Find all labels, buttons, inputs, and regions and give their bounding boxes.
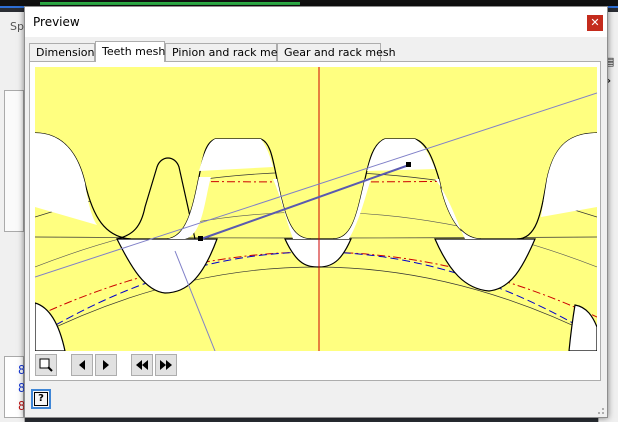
step-back-button[interactable] [71,354,93,376]
contact-point-end [406,162,411,167]
preview-dialog: Preview ✕ Dimensions Teeth mesh Pinion a… [24,6,608,418]
fast-forward-icon [160,360,172,370]
tab-gear-and-rack-mesh[interactable]: Gear and rack mesh [277,43,396,61]
teeth-mesh-panel [29,61,601,381]
zoom-icon [39,358,53,372]
upper-tooth-tip [199,139,273,171]
step-forward-icon [103,360,109,370]
background-panel-box [4,90,24,232]
close-icon: ✕ [590,16,600,29]
resize-grip-icon[interactable] [595,405,605,415]
tab-pinion-and-rack-mesh[interactable]: Pinion and rack mesh [165,43,290,61]
background-accent-strip [40,2,300,5]
step-forward-button[interactable] [95,354,117,376]
dialog-title: Preview [33,15,80,29]
background-panel-title: Sp [10,20,24,33]
rewind-icon [136,360,148,370]
fast-forward-button[interactable] [155,354,177,376]
upper-gear-body [35,67,597,239]
contact-point-start [198,236,203,241]
help-button[interactable]: ? [31,389,51,409]
dialog-titlebar[interactable]: Preview ✕ [25,7,607,37]
step-back-icon [79,360,85,370]
close-button[interactable]: ✕ [587,15,603,31]
tab-dimensions[interactable]: Dimensions [29,43,100,61]
zoom-button[interactable] [35,354,57,376]
help-icon: ? [34,392,48,406]
teeth-mesh-canvas [35,67,597,351]
gear-mesh-drawing [35,67,597,351]
rewind-button[interactable] [131,354,153,376]
tab-teeth-mesh[interactable]: Teeth mesh [95,41,165,62]
